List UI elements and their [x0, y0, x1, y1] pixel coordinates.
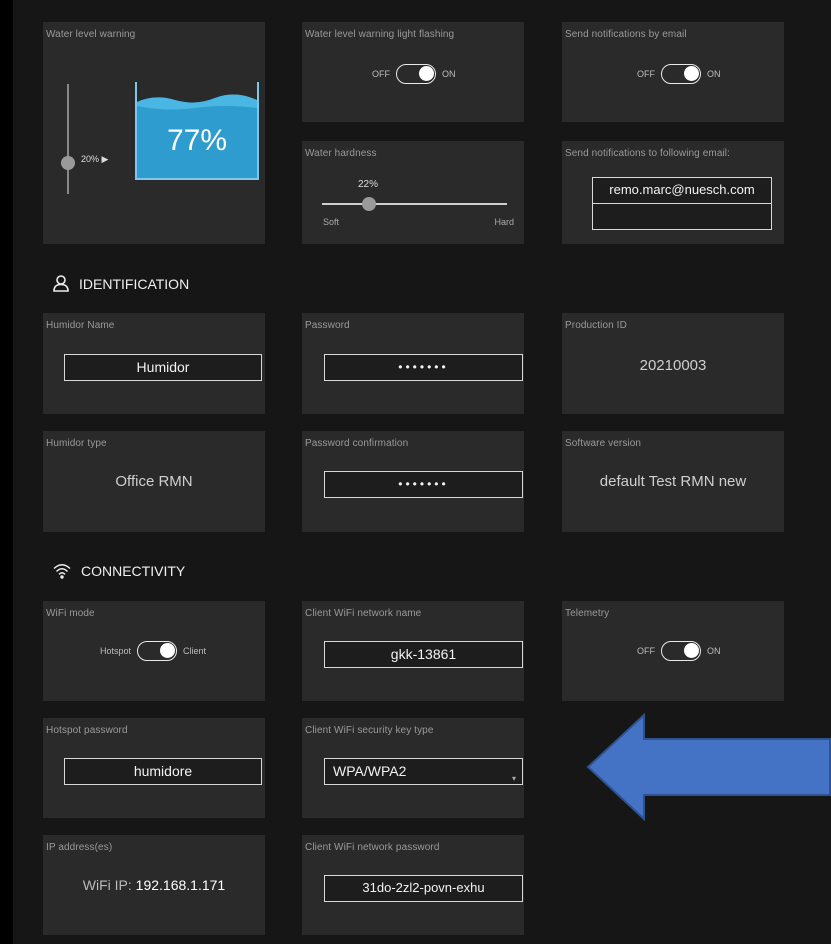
toggle-off-label: OFF	[637, 646, 655, 656]
toggle-on-label: ON	[707, 69, 721, 79]
chevron-down-icon: ▾	[511, 774, 516, 783]
identification-title-text: IDENTIFICATION	[79, 275, 190, 292]
security-type-label: Client WiFi security key type	[305, 725, 434, 736]
password-label: Password	[305, 320, 350, 331]
connectivity-title: CONNECTIVITY	[53, 562, 185, 580]
water-level-slider[interactable]	[61, 84, 75, 194]
ip-value: 192.168.1.171	[135, 877, 226, 893]
water-hardness-label: Water hardness	[305, 148, 377, 159]
warning-light-toggle-group: OFF ON	[372, 64, 456, 84]
connectivity-title-text: CONNECTIVITY	[81, 563, 186, 579]
email-list-label: Send notifications to following email:	[565, 148, 731, 159]
wifi-mode-card: WiFi mode Hotspot Client	[43, 601, 265, 701]
slider-handle[interactable]	[61, 156, 75, 170]
security-type-value: WPA/WPA2	[333, 763, 407, 779]
production-id-value: 20210003	[639, 357, 707, 374]
threshold-readout: 20% ▶	[81, 154, 108, 165]
email-list-card: Send notifications to following email: r…	[562, 141, 784, 244]
telemetry-label: Telemetry	[565, 608, 610, 619]
hardness-slider[interactable]	[322, 197, 507, 211]
pointer-icon: ▶	[101, 154, 109, 164]
telemetry-toggle-group: OFF ON	[637, 641, 721, 661]
security-type-card: Client WiFi security key type WPA/WPA2 ▾	[302, 718, 524, 818]
wifi-mode-client-label: Client	[183, 646, 207, 656]
wifi-icon	[53, 564, 71, 579]
software-version-value: default Test RMN new	[599, 473, 747, 490]
hotspot-password-card: Hotspot password humidore	[43, 718, 265, 818]
password-field[interactable]: •••••••	[324, 354, 523, 381]
ip-prefix: WiFi IP:	[82, 877, 132, 893]
email-notify-card: Send notifications by email OFF ON	[562, 22, 784, 122]
telemetry-card: Telemetry OFF ON	[562, 601, 784, 701]
humidor-type-value: Office RMN	[115, 473, 193, 490]
client-network-field[interactable]: gkk-13861	[324, 641, 523, 668]
humidor-name-field[interactable]: Humidor	[64, 354, 262, 381]
water-level-card: Water level warning 20% ▶ 77%	[43, 22, 265, 244]
hotspot-password-field[interactable]: humidore	[64, 758, 262, 785]
toggle-on-label: ON	[442, 69, 456, 79]
toggle-on-label: ON	[707, 646, 721, 656]
slider-handle[interactable]	[362, 197, 376, 211]
telemetry-toggle[interactable]	[661, 641, 701, 661]
password-card: Password •••••••	[302, 313, 524, 414]
password-confirm-label: Password confirmation	[305, 438, 409, 449]
ip-address-label: IP address(es)	[46, 842, 113, 853]
client-network-label: Client WiFi network name	[305, 608, 422, 619]
email-field-1[interactable]: remo.marc@nuesch.com	[592, 177, 772, 204]
humidor-name-label: Humidor Name	[46, 320, 115, 331]
warning-light-toggle[interactable]	[396, 64, 436, 84]
slider-track	[322, 203, 507, 205]
email-notify-toggle-group: OFF ON	[637, 64, 721, 84]
ip-address-readout: WiFi IP: 192.168.1.171	[43, 877, 265, 893]
toggle-knob	[684, 66, 699, 81]
email-notify-toggle[interactable]	[661, 64, 701, 84]
production-id-card: Production ID 20210003	[562, 313, 784, 414]
annotation-arrow-icon	[586, 713, 831, 821]
toggle-knob	[684, 643, 699, 658]
software-version-card: Software version default Test RMN new	[562, 431, 784, 532]
email-field-2[interactable]	[592, 203, 772, 230]
water-tank: 77%	[135, 82, 259, 180]
wifi-mode-toggle-group: Hotspot Client	[100, 641, 206, 661]
user-icon	[53, 275, 69, 292]
humidor-type-card: Humidor type Office RMN	[43, 431, 265, 532]
hardness-min-label: Soft	[323, 217, 340, 227]
slider-track	[67, 84, 69, 194]
wifi-mode-label: WiFi mode	[46, 608, 95, 619]
client-network-card: Client WiFi network name gkk-13861	[302, 601, 524, 701]
humidor-type-label: Humidor type	[46, 438, 107, 449]
wifi-mode-hotspot-label: Hotspot	[100, 646, 132, 656]
production-id-label: Production ID	[565, 320, 627, 331]
software-version-label: Software version	[565, 438, 642, 449]
identification-title: IDENTIFICATION	[53, 275, 189, 292]
ip-address-card: IP address(es) WiFi IP: 192.168.1.171	[43, 835, 265, 935]
hardness-value: 22%	[358, 179, 379, 190]
password-confirm-card: Password confirmation •••••••	[302, 431, 524, 532]
hotspot-password-label: Hotspot password	[46, 725, 128, 736]
warning-light-label: Water level warning light flashing	[305, 29, 455, 40]
water-hardness-card: Water hardness 22% Soft Hard	[302, 141, 524, 244]
client-password-field[interactable]: 31do-2zl2-povn-exhu	[324, 875, 523, 902]
threshold-value: 20%	[81, 154, 100, 164]
email-notify-label: Send notifications by email	[565, 29, 687, 40]
toggle-off-label: OFF	[637, 69, 655, 79]
password-confirm-field[interactable]: •••••••	[324, 471, 523, 498]
toggle-knob	[419, 66, 434, 81]
water-percent: 77%	[166, 124, 228, 157]
warning-light-card: Water level warning light flashing OFF O…	[302, 22, 524, 122]
hardness-max-label: Hard	[494, 217, 514, 227]
toggle-off-label: OFF	[372, 69, 390, 79]
client-password-label: Client WiFi network password	[305, 842, 440, 853]
wifi-mode-toggle[interactable]	[137, 641, 178, 661]
client-password-card: Client WiFi network password 31do-2zl2-p…	[302, 835, 524, 935]
toggle-knob	[160, 643, 176, 658]
water-level-label: Water level warning	[46, 29, 136, 40]
humidor-name-card: Humidor Name Humidor	[43, 313, 265, 414]
security-type-select[interactable]: WPA/WPA2 ▾	[324, 758, 523, 785]
